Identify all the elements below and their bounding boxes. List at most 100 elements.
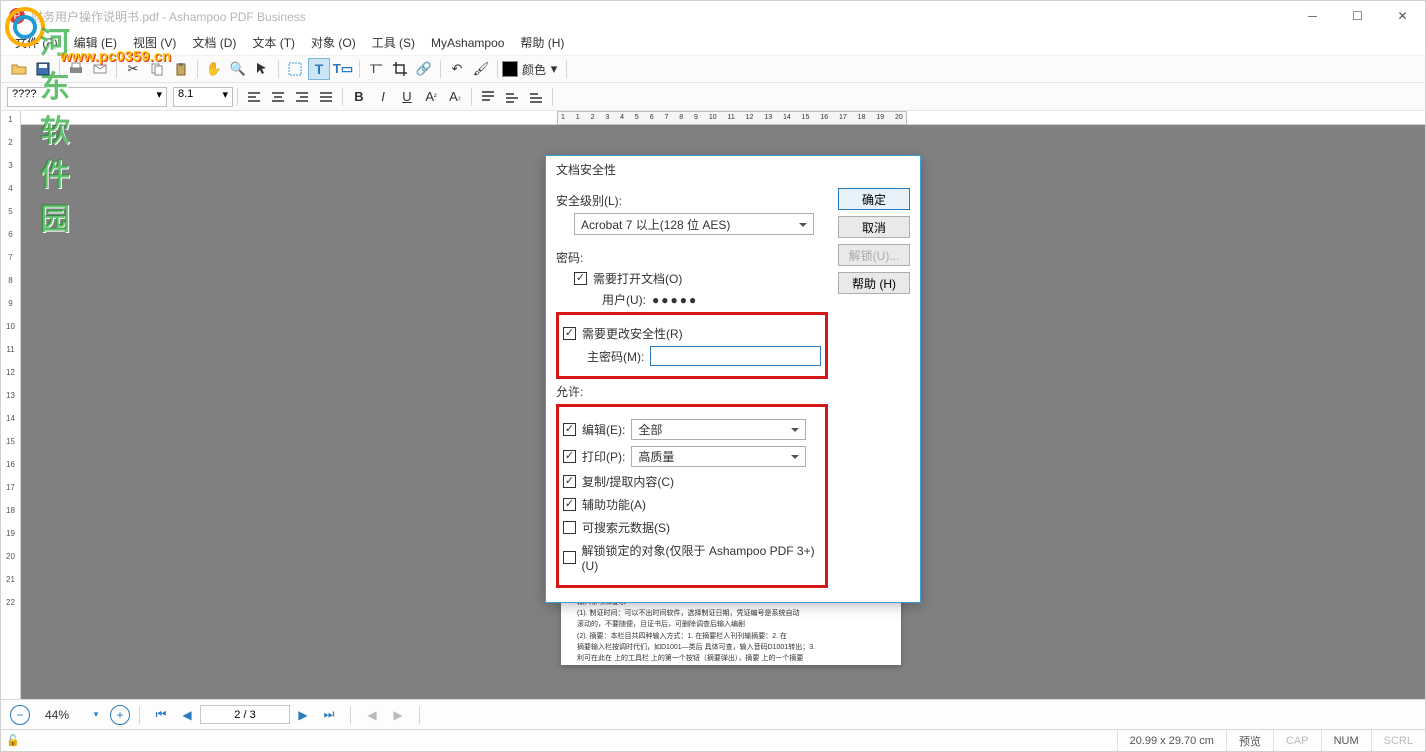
- text-select-icon[interactable]: [284, 58, 306, 80]
- zoom-dropdown-icon[interactable]: ▾: [84, 704, 108, 726]
- italic-icon[interactable]: I: [372, 86, 394, 108]
- menu-help[interactable]: 帮助 (H): [512, 32, 572, 53]
- next-page-button[interactable]: ▶: [291, 704, 315, 726]
- subscript-icon[interactable]: A₂: [444, 86, 466, 108]
- brush-icon[interactable]: 🖌: [470, 58, 492, 80]
- menu-text[interactable]: 文本 (T): [244, 32, 303, 53]
- crop-icon[interactable]: [389, 58, 411, 80]
- menu-edit[interactable]: 编辑 (E): [66, 32, 125, 53]
- menu-view[interactable]: 视图 (V): [125, 32, 184, 53]
- zoom-tool-icon[interactable]: 🔍: [227, 58, 249, 80]
- checkbox-open-doc-label: 需要打开文档(O): [593, 270, 682, 287]
- svg-text:T: T: [370, 62, 378, 76]
- ruler-vertical: 12345678910111213141516171819202122: [1, 111, 21, 699]
- link-icon[interactable]: 🔗: [413, 58, 435, 80]
- user-password-label: 用户(U):: [602, 291, 646, 308]
- print-select[interactable]: 高质量: [631, 446, 806, 467]
- align-right-icon[interactable]: [291, 86, 313, 108]
- bold-icon[interactable]: B: [348, 86, 370, 108]
- dialog-title: 文档安全性: [546, 156, 920, 182]
- valign-top-icon[interactable]: [477, 86, 499, 108]
- toolbar-main: ✂ ✋ 🔍 T T▭ T 🔗 ↶ 🖌 颜色 ▾: [1, 55, 1425, 83]
- valign-bottom-icon[interactable]: [525, 86, 547, 108]
- underline-icon[interactable]: U: [396, 86, 418, 108]
- password-section-label: 密码:: [556, 249, 828, 266]
- history-back-button[interactable]: ◀: [360, 704, 384, 726]
- ok-button[interactable]: 确定: [838, 188, 910, 210]
- status-cap: CAP: [1273, 730, 1321, 751]
- checkbox-print-label: 打印(P):: [582, 448, 625, 465]
- master-password-input[interactable]: [650, 346, 821, 366]
- document-canvas[interactable]: 输入条项和要求 (1). 制证时间：可以不出时间软件，选择制证日期，凭证编号是系…: [21, 125, 1425, 699]
- close-button[interactable]: ✕: [1380, 1, 1425, 31]
- last-page-button[interactable]: ⏭: [317, 704, 341, 726]
- zoom-out-button[interactable]: −: [10, 705, 30, 725]
- callout-icon[interactable]: T: [365, 58, 387, 80]
- checkbox-metadata-label: 可搜索元数据(S): [582, 519, 670, 536]
- zoom-in-button[interactable]: +: [110, 705, 130, 725]
- menu-tools[interactable]: 工具 (S): [364, 32, 423, 53]
- maximize-button[interactable]: ☐: [1335, 1, 1380, 31]
- menu-file[interactable]: 文件 (F): [7, 32, 66, 53]
- open-icon[interactable]: [8, 58, 30, 80]
- align-center-icon[interactable]: [267, 86, 289, 108]
- lock-icon: 🔓: [1, 734, 25, 747]
- highlight-box-change-security: 需要更改安全性(R) 主密码(M):: [556, 312, 828, 379]
- email-icon[interactable]: [89, 58, 111, 80]
- highlight-box-allow: 编辑(E): 全部 打印(P): 高质量 复: [556, 404, 828, 588]
- text-edit-icon[interactable]: T: [308, 58, 330, 80]
- checkbox-edit[interactable]: [563, 423, 576, 436]
- undo-icon[interactable]: ↶: [446, 58, 468, 80]
- help-button[interactable]: 帮助 (H): [838, 272, 910, 294]
- checkbox-metadata[interactable]: [563, 521, 576, 534]
- checkbox-unlock-objects[interactable]: [563, 551, 576, 564]
- edit-select[interactable]: 全部: [631, 419, 806, 440]
- toolbar-text: ????▾ 8.1▾ B I U A² A₂: [1, 83, 1425, 111]
- security-level-label: 安全级别(L):: [556, 192, 828, 209]
- align-left-icon[interactable]: [243, 86, 265, 108]
- master-password-label: 主密码(M):: [587, 348, 644, 365]
- copy-icon[interactable]: [146, 58, 168, 80]
- font-name-select[interactable]: ????▾: [7, 87, 167, 107]
- cut-icon[interactable]: ✂: [122, 58, 144, 80]
- checkbox-accessibility-label: 辅助功能(A): [582, 496, 646, 513]
- prev-page-button[interactable]: ◀: [175, 704, 199, 726]
- paste-icon[interactable]: [170, 58, 192, 80]
- zoom-value: 44%: [31, 708, 83, 722]
- checkbox-print[interactable]: [563, 450, 576, 463]
- page-number-input[interactable]: [200, 705, 290, 724]
- allow-section-label: 允许:: [556, 383, 828, 400]
- checkbox-copy[interactable]: [563, 475, 576, 488]
- minimize-button[interactable]: ─: [1290, 1, 1335, 31]
- select-arrow-icon[interactable]: [251, 58, 273, 80]
- hand-tool-icon[interactable]: ✋: [203, 58, 225, 80]
- menu-myash[interactable]: MyAshampoo: [423, 34, 512, 52]
- color-dropdown-icon[interactable]: ▾: [547, 58, 561, 80]
- save-icon[interactable]: [32, 58, 54, 80]
- first-page-button[interactable]: ⏮: [149, 704, 173, 726]
- status-scrl: SCRL: [1371, 730, 1425, 751]
- align-justify-icon[interactable]: [315, 86, 337, 108]
- text-box-icon[interactable]: T▭: [332, 58, 354, 80]
- ruler-horizontal: 11234567891011121314151617181920: [21, 111, 1425, 125]
- checkbox-open-doc[interactable]: [574, 272, 587, 285]
- color-swatch[interactable]: [502, 61, 518, 77]
- user-password-value: ●●●●●: [652, 293, 698, 307]
- font-size-select[interactable]: 8.1▾: [173, 87, 233, 107]
- unlock-button[interactable]: 解锁(U)...: [838, 244, 910, 266]
- menu-doc[interactable]: 文档 (D): [184, 32, 244, 53]
- status-bar: 🔓 20.99 x 29.70 cm 预览 CAP NUM SCRL: [1, 729, 1425, 751]
- checkbox-change-security[interactable]: [563, 327, 576, 340]
- history-fwd-button[interactable]: ▶: [386, 704, 410, 726]
- checkbox-accessibility[interactable]: [563, 498, 576, 511]
- superscript-icon[interactable]: A²: [420, 86, 442, 108]
- color-label: 颜色: [522, 61, 546, 78]
- checkbox-unlock-objects-label: 解锁锁定的对象(仅限于 Ashampoo PDF 3+)(U): [582, 542, 821, 573]
- menu-object[interactable]: 对象 (O): [303, 32, 364, 53]
- security-level-select[interactable]: Acrobat 7 以上(128 位 AES): [574, 213, 814, 235]
- cancel-button[interactable]: 取消: [838, 216, 910, 238]
- checkbox-copy-label: 复制/提取内容(C): [582, 473, 674, 490]
- valign-middle-icon[interactable]: [501, 86, 523, 108]
- print-icon[interactable]: [65, 58, 87, 80]
- navigation-bar: − 44% ▾ + ⏮ ◀ ▶ ⏭ ◀ ▶: [1, 699, 1425, 729]
